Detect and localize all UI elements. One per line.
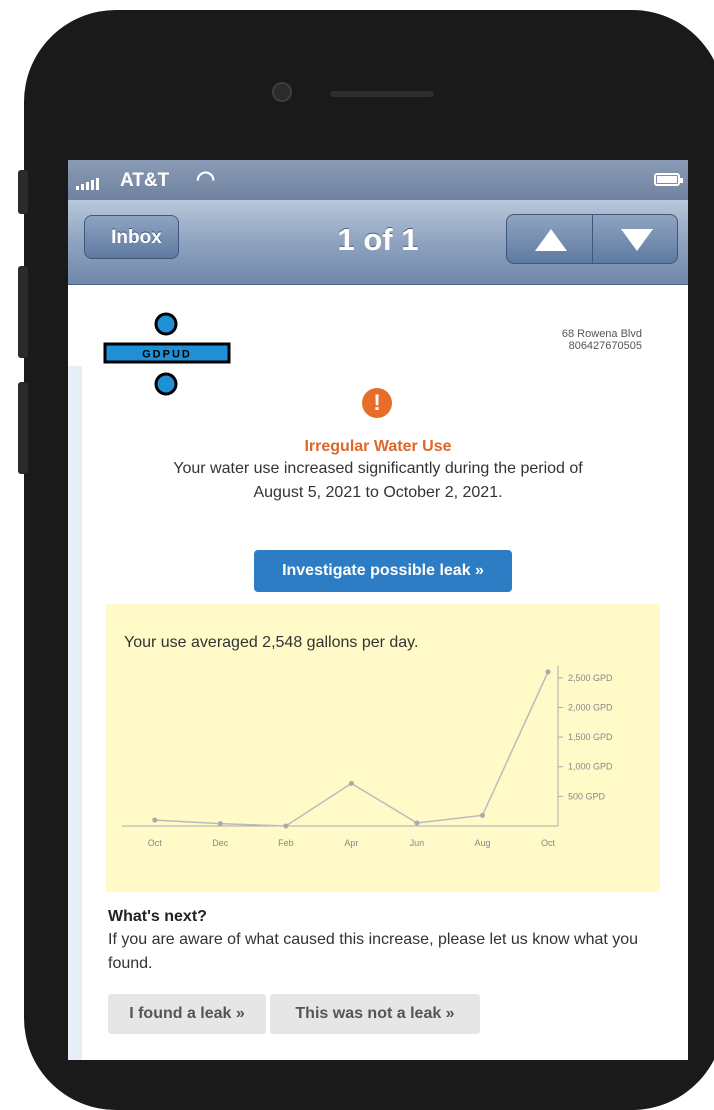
- battery-icon: [654, 173, 683, 186]
- y-tick-label: 2,500 GPD: [568, 673, 613, 683]
- address-number: 806427670505: [568, 340, 642, 352]
- x-tick-label: Oct: [148, 838, 163, 848]
- whats-next-body: If you are aware of what caused this inc…: [108, 931, 639, 972]
- data-point: [283, 823, 289, 829]
- x-tick-label: Apr: [344, 838, 358, 848]
- alert-icon: !: [362, 388, 392, 418]
- y-tick-label: 2,000 GPD: [568, 702, 613, 712]
- whats-next-title: What's next?: [108, 908, 207, 925]
- data-point: [348, 780, 354, 786]
- arrow-up-icon: [535, 229, 567, 251]
- x-tick-label: Jun: [410, 838, 425, 848]
- sender-address: 68 Rowena Blvd 806427670505: [562, 328, 642, 352]
- x-tick-label: Aug: [474, 838, 490, 848]
- not-a-leak-button[interactable]: This was not a leak »: [270, 994, 480, 1034]
- front-camera: [272, 82, 292, 102]
- alert-date-range: August 5, 2021 to October 2, 2021.: [253, 484, 503, 501]
- data-point: [152, 817, 158, 823]
- y-tick-label: 1,500 GPD: [568, 732, 613, 742]
- data-point: [479, 812, 485, 818]
- gdpud-logo: GDPUD: [103, 312, 231, 396]
- alert-title: Irregular Water Use: [304, 438, 452, 455]
- investigate-leak-button[interactable]: Investigate possible leak »: [254, 550, 512, 592]
- data-point: [414, 820, 420, 826]
- found-leak-button[interactable]: I found a leak »: [108, 994, 266, 1034]
- email-left-band: [68, 366, 82, 1060]
- message-nav-arrows: [506, 214, 678, 264]
- phone-volume-down: [18, 382, 28, 474]
- usage-chart-panel: Your use averaged 2,548 gallons per day.…: [106, 604, 660, 892]
- phone-screen: AT&T ◠ Inbox 1 of 1 GDPUD 68 Rowena Blvd…: [68, 160, 688, 1060]
- carrier-name: AT&T: [120, 170, 170, 191]
- next-message-button[interactable]: [593, 215, 678, 263]
- data-point: [545, 669, 551, 675]
- y-tick-label: 1,000 GPD: [568, 762, 613, 772]
- usage-line-chart: 500 GPD 1,000 GPD 1,500 GPD 2,000 GPD 2,500 …: [122, 666, 613, 848]
- usage-series-line: [154, 671, 549, 827]
- alert-message: Your water use increased significantly d…: [168, 457, 588, 505]
- signal-icon: [76, 178, 99, 190]
- status-bar: AT&T ◠: [68, 160, 688, 200]
- phone-volume-up: [18, 266, 28, 358]
- x-tick-label: Feb: [278, 838, 294, 848]
- x-tick-label: Dec: [212, 838, 229, 848]
- previous-message-button[interactable]: [507, 215, 593, 263]
- y-tick-label: 500 GPD: [568, 791, 606, 801]
- arrow-down-icon: [620, 229, 653, 251]
- x-tick-label: Oct: [541, 838, 556, 848]
- address-street: 68 Rowena Blvd: [561, 328, 642, 340]
- wifi-icon: ◠: [196, 166, 216, 191]
- earpiece-speaker: [330, 91, 434, 97]
- data-point: [217, 821, 223, 827]
- navigation-bar: Inbox 1 of 1: [68, 200, 688, 285]
- phone-mute-switch: [18, 170, 28, 214]
- logo-text: GDPUD: [142, 349, 192, 361]
- alert-period-text: Your water use increased significantly d…: [173, 460, 583, 477]
